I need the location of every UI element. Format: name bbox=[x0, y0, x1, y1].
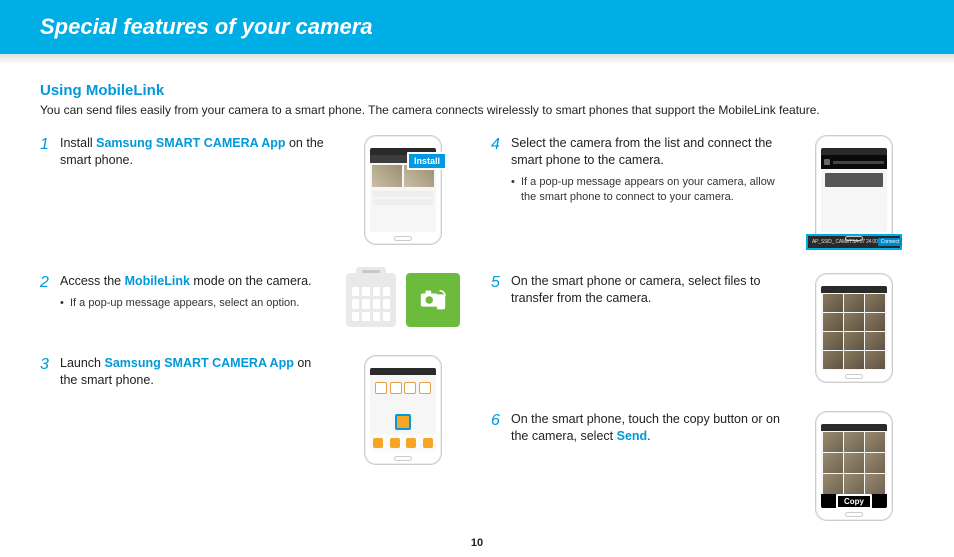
step-number: 3 bbox=[40, 355, 54, 374]
step-text: On the smart phone, touch the copy butto… bbox=[511, 411, 782, 445]
step-1-illustration: Install bbox=[343, 135, 463, 245]
step-text: Launch Samsung SMART CAMERA App on the s… bbox=[60, 355, 331, 389]
step-text: Select the camera from the list and conn… bbox=[511, 135, 782, 204]
phone-mock: Install bbox=[364, 135, 442, 245]
phone-mock: Copy bbox=[815, 411, 893, 521]
step-text: Access the MobileLink mode on the camera… bbox=[60, 273, 331, 311]
phone-mock: AP_SSID_ CAMETSA-07 24 00 Connect bbox=[815, 135, 893, 245]
app-name-highlight: Samsung SMART CAMERA App bbox=[104, 356, 293, 370]
mode-name-highlight: MobileLink bbox=[125, 274, 190, 288]
section-heading: Using MobileLink bbox=[40, 82, 914, 99]
step-2-note: If a pop-up message appears, select an o… bbox=[60, 296, 331, 311]
right-column: 4 Select the camera from the list and co… bbox=[491, 135, 914, 521]
content-area: Using MobileLink You can send files easi… bbox=[0, 64, 954, 521]
step-text: On the smart phone or camera, select fil… bbox=[511, 273, 782, 307]
step-6: 6 On the smart phone, touch the copy but… bbox=[491, 411, 914, 521]
step-4-note: If a pop-up message appears on your came… bbox=[511, 175, 782, 205]
camera-sync-icon bbox=[418, 285, 448, 315]
manual-page: Special features of your camera Using Mo… bbox=[0, 0, 954, 557]
send-highlight: Send bbox=[617, 429, 648, 443]
mobilelink-app-icon bbox=[406, 273, 460, 327]
install-badge: Install bbox=[407, 152, 447, 170]
copy-badge: Copy bbox=[836, 494, 872, 509]
step-6-illustration: Copy bbox=[794, 411, 914, 521]
step-3-illustration bbox=[343, 355, 463, 465]
step-5-illustration bbox=[794, 273, 914, 383]
section-description: You can send files easily from your came… bbox=[40, 103, 914, 117]
phone-mock bbox=[364, 355, 442, 465]
steps-columns: 1 Install Samsung SMART CAMERA App on th… bbox=[40, 135, 914, 521]
phone-mock bbox=[815, 273, 893, 383]
step-text: Install Samsung SMART CAMERA App on the … bbox=[60, 135, 331, 169]
step-number: 6 bbox=[491, 411, 505, 430]
page-title: Special features of your camera bbox=[40, 14, 373, 39]
step-4-illustration: AP_SSID_ CAMETSA-07 24 00 Connect bbox=[794, 135, 914, 245]
step-number: 2 bbox=[40, 273, 54, 292]
banner-shadow bbox=[0, 54, 954, 64]
step-number: 5 bbox=[491, 273, 505, 292]
step-5: 5 On the smart phone or camera, select f… bbox=[491, 273, 914, 383]
left-column: 1 Install Samsung SMART CAMERA App on th… bbox=[40, 135, 463, 521]
page-number: 10 bbox=[0, 537, 954, 549]
step-1: 1 Install Samsung SMART CAMERA App on th… bbox=[40, 135, 463, 245]
connect-button: Connect bbox=[878, 238, 903, 246]
step-number: 4 bbox=[491, 135, 505, 154]
step-4: 4 Select the camera from the list and co… bbox=[491, 135, 914, 245]
page-title-banner: Special features of your camera bbox=[0, 0, 954, 54]
app-name-highlight: Samsung SMART CAMERA App bbox=[96, 136, 285, 150]
step-number: 1 bbox=[40, 135, 54, 154]
camera-mode-icon bbox=[346, 273, 396, 327]
step-2-illustration bbox=[343, 273, 463, 327]
step-2: 2 Access the MobileLink mode on the came… bbox=[40, 273, 463, 327]
step-3: 3 Launch Samsung SMART CAMERA App on the… bbox=[40, 355, 463, 465]
